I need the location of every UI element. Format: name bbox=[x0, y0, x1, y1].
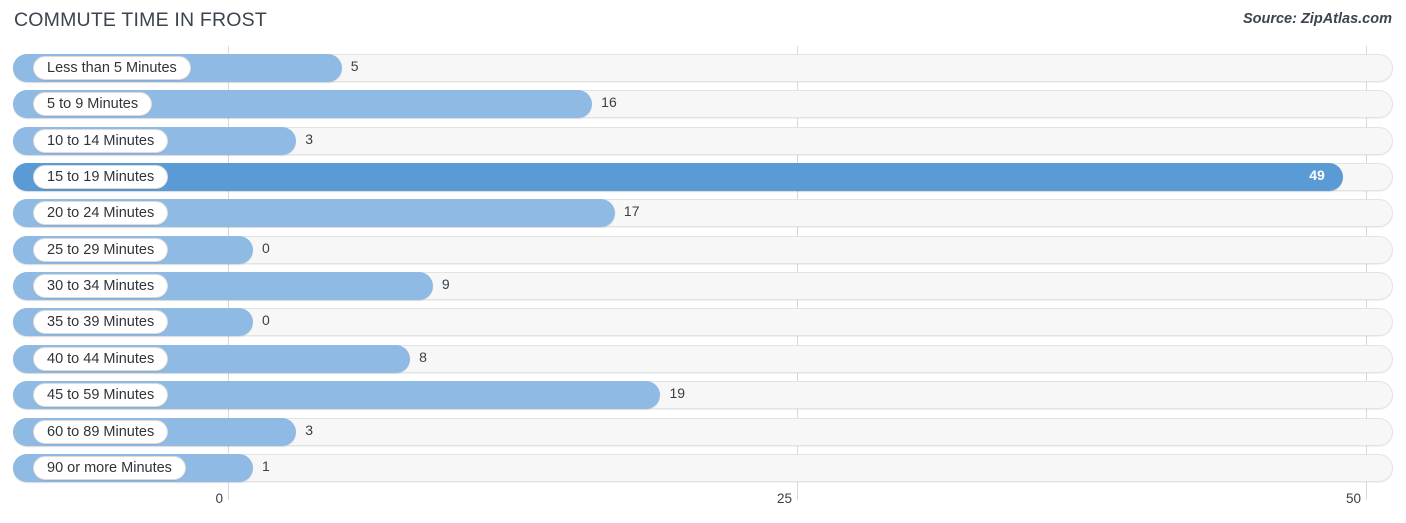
chart-row[interactable]: 45 to 59 Minutes 19 bbox=[13, 381, 1393, 410]
bar-value-label: 0 bbox=[262, 312, 270, 329]
bar-value-label: 49 bbox=[1309, 167, 1325, 184]
x-axis: 0 25 50 bbox=[0, 486, 1406, 523]
category-label: 90 or more Minutes bbox=[33, 455, 186, 480]
bar-value-label: 1 bbox=[262, 457, 270, 474]
category-label: 10 to 14 Minutes bbox=[33, 128, 169, 153]
x-tick-label: 50 bbox=[1345, 491, 1361, 506]
bar-value-label: 3 bbox=[305, 130, 314, 147]
bar-value-label: 17 bbox=[623, 203, 640, 220]
chart-row[interactable]: Less than 5 Minutes 5 bbox=[13, 54, 1393, 82]
bar-value-label: 9 bbox=[441, 276, 450, 293]
chart-row[interactable]: 30 to 34 Minutes 9 bbox=[13, 272, 1393, 301]
category-label: 60 to 89 Minutes bbox=[33, 419, 169, 444]
category-label: 5 to 9 Minutes bbox=[33, 92, 153, 117]
bar-value-label: 5 bbox=[350, 58, 359, 74]
chart-row[interactable]: 10 to 14 Minutes 3 bbox=[13, 126, 1393, 155]
chart-row[interactable]: 20 to 24 Minutes 17 bbox=[13, 199, 1393, 228]
category-label: 35 to 39 Minutes bbox=[33, 310, 169, 335]
chart-header: COMMUTE TIME IN FROST Source: ZipAtlas.c… bbox=[0, 0, 1406, 44]
x-tick-mark bbox=[797, 486, 798, 500]
bar-value-label: 16 bbox=[601, 94, 617, 111]
bar-value-label: 8 bbox=[419, 348, 427, 365]
chart-row[interactable]: 90 or more Minutes 1 bbox=[13, 453, 1393, 482]
plot-area: Less than 5 Minutes 5 5 to 9 Minutes 16 10 t… bbox=[0, 46, 1406, 486]
category-label: 40 to 44 Minutes bbox=[33, 346, 169, 371]
chart-row[interactable]: 60 to 89 Minutes 3 bbox=[13, 417, 1393, 446]
chart-row[interactable]: 35 to 39 Minutes 0 bbox=[13, 308, 1393, 337]
x-tick-label: 0 bbox=[215, 491, 223, 506]
bar-value-label: 3 bbox=[305, 421, 314, 438]
category-label: 45 to 59 Minutes bbox=[33, 383, 169, 408]
x-tick-mark bbox=[1366, 486, 1367, 500]
chart-row[interactable]: 5 to 9 Minutes 16 bbox=[13, 90, 1393, 119]
category-label: 15 to 19 Minutes bbox=[33, 165, 169, 190]
chart-row[interactable]: 40 to 44 Minutes 8 bbox=[13, 344, 1393, 373]
bar-value-label: 0 bbox=[262, 239, 270, 256]
category-label: Less than 5 Minutes bbox=[33, 56, 191, 80]
bar-value-label: 19 bbox=[669, 385, 686, 402]
chart-row[interactable]: 15 to 19 Minutes 49 bbox=[13, 163, 1393, 192]
source-attribution: Source: ZipAtlas.com bbox=[1242, 11, 1392, 27]
bar-fill[interactable] bbox=[13, 163, 1344, 192]
x-tick-mark bbox=[228, 486, 229, 500]
category-label: 25 to 29 Minutes bbox=[33, 237, 169, 262]
chart-row[interactable]: 25 to 29 Minutes 0 bbox=[13, 235, 1393, 264]
x-tick-label: 25 bbox=[776, 491, 792, 506]
category-label: 20 to 24 Minutes bbox=[33, 201, 169, 226]
category-label: 30 to 34 Minutes bbox=[33, 274, 169, 299]
page-title: COMMUTE TIME IN FROST bbox=[14, 9, 267, 31]
bar-rows: Less than 5 Minutes 5 5 to 9 Minutes 16 10 t… bbox=[0, 46, 1406, 486]
